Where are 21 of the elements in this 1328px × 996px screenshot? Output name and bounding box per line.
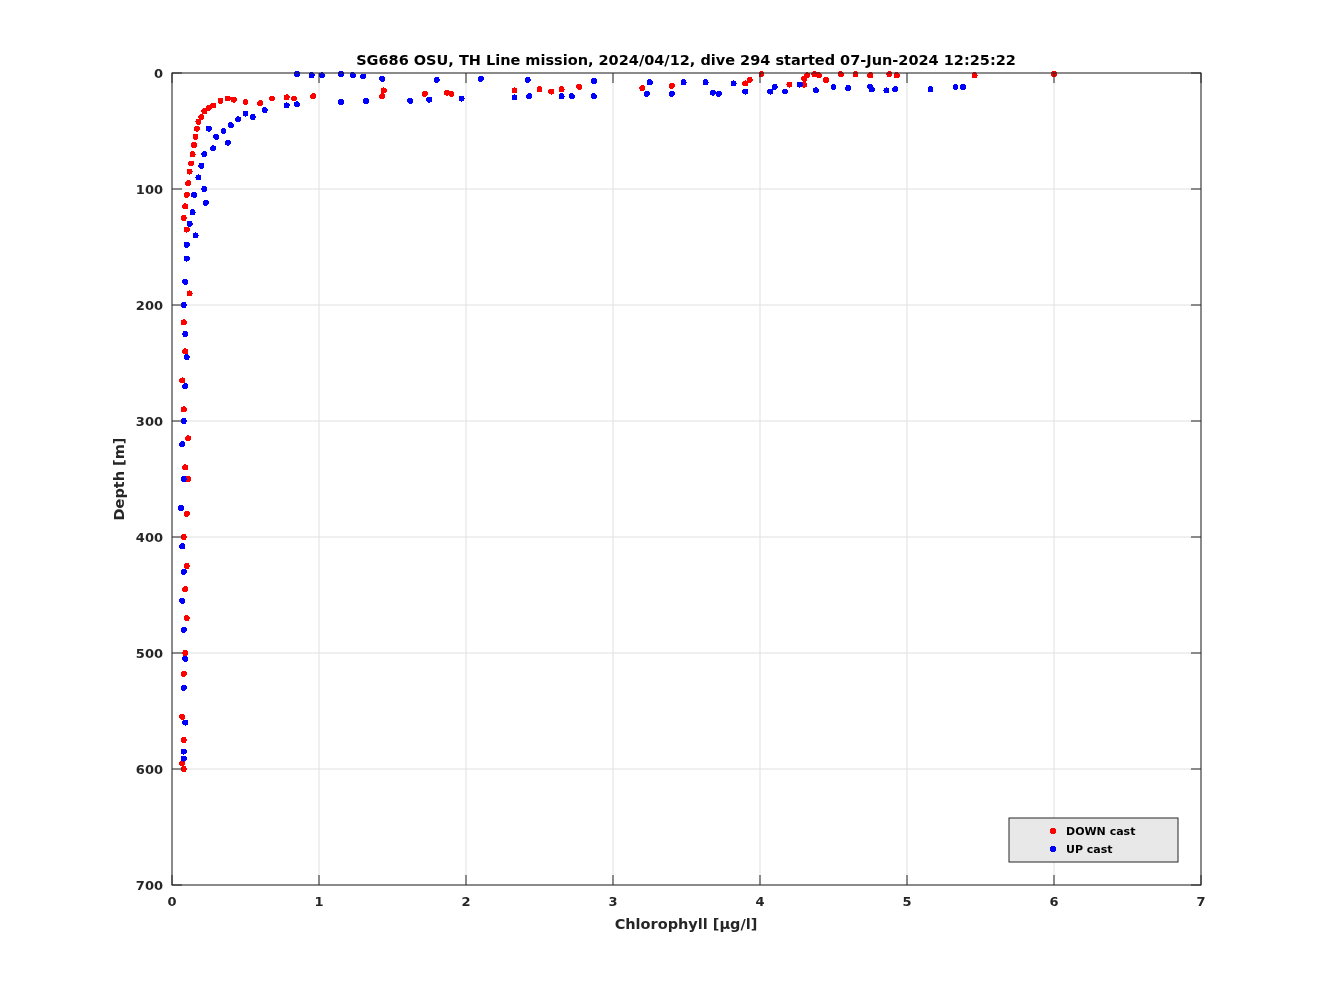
x-tick-label: 5 bbox=[902, 894, 912, 909]
legend-label: UP cast bbox=[1066, 843, 1113, 856]
x-tick-label: 7 bbox=[1196, 894, 1206, 909]
y-axis-label: Depth [m] bbox=[111, 437, 127, 521]
x-tick-label: 0 bbox=[167, 894, 177, 909]
y-tick-label: 0 bbox=[153, 66, 163, 81]
y-tick-label: 400 bbox=[135, 530, 163, 545]
x-tick-label: 4 bbox=[755, 894, 765, 909]
y-tick-label: 300 bbox=[135, 414, 163, 429]
x-tick-label: 1 bbox=[314, 894, 324, 909]
y-tick-label: 500 bbox=[135, 646, 163, 661]
chart-title: SG686 OSU, TH Line mission, 2024/04/12, dive 294 started 07-Jun-2024 12:25:22 bbox=[356, 52, 1016, 68]
legend-label: DOWN cast bbox=[1066, 825, 1136, 838]
y-tick-label: 600 bbox=[135, 762, 163, 777]
y-tick-label: 100 bbox=[135, 182, 163, 197]
y-tick-label: 200 bbox=[135, 298, 163, 313]
x-tick-label: 6 bbox=[1049, 894, 1059, 909]
x-axis-label: Chlorophyll [μg/l] bbox=[614, 916, 758, 932]
y-tick-label: 700 bbox=[135, 878, 163, 893]
x-tick-label: 3 bbox=[608, 894, 618, 909]
x-tick-label: 2 bbox=[461, 894, 471, 909]
